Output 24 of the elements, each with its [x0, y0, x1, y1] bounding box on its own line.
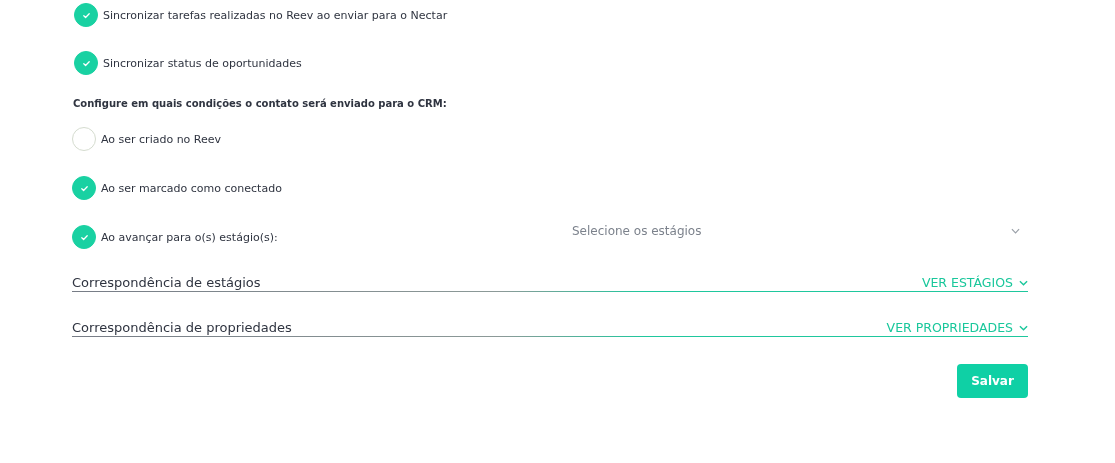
option-label: Ao ser criado no Reev: [101, 132, 222, 146]
checkbox[interactable]: [74, 3, 98, 27]
section-toggle[interactable]: VER PROPRIEDADES: [886, 320, 1028, 335]
option-label: Sincronizar status de oportunidades: [103, 56, 302, 70]
check-icon: [79, 183, 89, 193]
checkbox[interactable]: [74, 51, 98, 75]
option-label: Ao ser marcado como conectado: [101, 181, 282, 195]
stage-select[interactable]: Selecione os estágios: [572, 219, 1022, 243]
save-button[interactable]: Salvar: [957, 364, 1028, 398]
check-icon: [79, 232, 89, 242]
section-toggle[interactable]: VER ESTÁGIOS: [921, 275, 1028, 290]
option-label: Ao avançar para o(s) estágio(s):: [101, 230, 278, 244]
conditions-heading: Configure em quais condições o contato será enviado para o CRM:: [73, 98, 448, 109]
check-icon: [81, 10, 91, 20]
checkbox[interactable]: [72, 176, 96, 200]
chevron-down-icon: [1019, 279, 1028, 286]
checkbox[interactable]: [72, 225, 96, 249]
section-title: Correspondência de propriedades: [72, 320, 292, 335]
chevron-down-icon: [1011, 228, 1020, 234]
chevron-down-icon: [1019, 324, 1028, 331]
section-title: Correspondência de estágios: [72, 275, 261, 290]
checkbox[interactable]: [72, 127, 96, 151]
check-icon: [81, 58, 91, 68]
option-label: Sincronizar tarefas realizadas no Reev ao enviar para o Nectar: [103, 8, 448, 22]
